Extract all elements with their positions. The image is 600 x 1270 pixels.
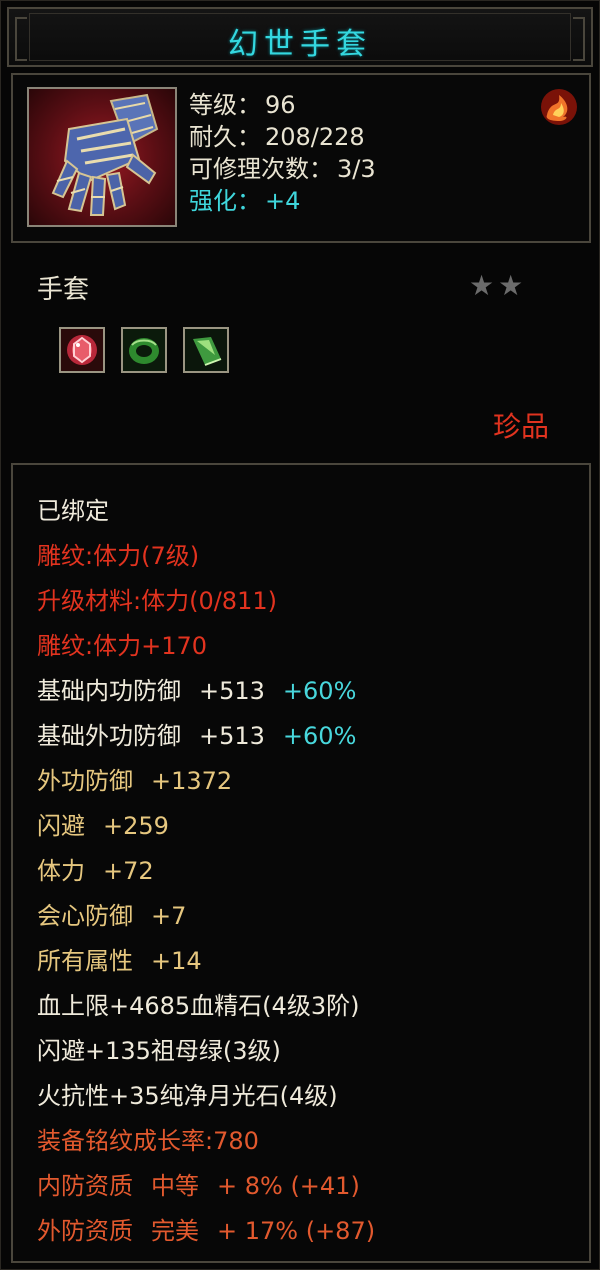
- jade-ring-gem-icon[interactable]: [121, 327, 167, 373]
- outer-defense-value: +1372: [151, 767, 233, 795]
- base-outer-defense-percent: +60%: [282, 722, 357, 750]
- bound-status: 已绑定: [37, 497, 109, 525]
- title-bar: 幻世手套: [7, 7, 593, 67]
- level-value: 96: [265, 91, 296, 119]
- all-attributes: 所有属性 +14: [37, 939, 202, 983]
- rarity-label: 珍品: [493, 410, 550, 443]
- outer-quality-label: 外防资质: [37, 1217, 133, 1245]
- enhance-row: 强化： +4: [189, 185, 376, 217]
- outer-defense-label: 外功防御: [37, 767, 133, 795]
- durability-row: 耐久： 208/228: [189, 121, 376, 153]
- gem-bonus-fire-resist: 火抗性+35纯净月光石(4级): [37, 1082, 338, 1110]
- crit-defense-value: +7: [151, 902, 187, 930]
- enhance-value: +4: [265, 187, 301, 215]
- stamina: 体力 +72: [37, 849, 154, 893]
- base-inner-defense: 基础内功防御 +513 +60%: [37, 669, 356, 713]
- gem-bonus-dodge: 闪避+135祖母绿(3级): [37, 1037, 281, 1065]
- base-outer-defense-value: +513: [199, 722, 265, 750]
- base-inner-defense-value: +513: [199, 677, 265, 705]
- level-row: 等级： 96: [189, 89, 376, 121]
- engrave-level: 雕纹:体力(7级): [37, 542, 200, 570]
- item-tooltip: 幻世手套 等级： 96 耐久： 208/228 可修理次数： 3/3 强化： +…: [0, 0, 600, 1270]
- crit-defense-label: 会心防御: [37, 902, 133, 930]
- fire-element-icon: [537, 85, 581, 129]
- inscription-growth: 装备铭纹成长率:780: [37, 1127, 259, 1155]
- enhance-label: 强化：: [189, 187, 261, 215]
- item-properties: 已绑定 雕纹:体力(7级) 升级材料:体力(0/811) 雕纹:体力+170 基…: [11, 463, 591, 1263]
- outer-quality-grade: 完美: [151, 1217, 199, 1245]
- dodge-value: +259: [103, 812, 169, 840]
- all-attributes-label: 所有属性: [37, 947, 133, 975]
- inner-quality-label: 内防资质: [37, 1172, 133, 1200]
- base-inner-defense-percent: +60%: [282, 677, 357, 705]
- item-header: 等级： 96 耐久： 208/228 可修理次数： 3/3 强化： +4: [11, 73, 591, 243]
- durability-label: 耐久：: [189, 123, 261, 151]
- item-type: 手套: [37, 275, 90, 305]
- outer-quality-value: + 17% (+87): [217, 1217, 376, 1245]
- base-outer-defense-label: 基础外功防御: [37, 722, 181, 750]
- stamina-value: +72: [103, 857, 154, 885]
- repair-label: 可修理次数：: [189, 155, 333, 183]
- all-attributes-value: +14: [151, 947, 202, 975]
- stamina-label: 体力: [37, 857, 85, 885]
- durability-value: 208/228: [265, 123, 365, 151]
- engrave-bonus: 雕纹:体力+170: [37, 632, 208, 660]
- upgrade-material: 升级材料:体力(0/811): [37, 587, 277, 615]
- crit-defense: 会心防御 +7: [37, 894, 186, 938]
- base-inner-defense-label: 基础内功防御: [37, 677, 181, 705]
- inner-quality-value: + 8% (+41): [217, 1172, 360, 1200]
- dodge: 闪避 +259: [37, 804, 169, 848]
- base-outer-defense: 基础外功防御 +513 +60%: [37, 714, 356, 758]
- item-stats: 等级： 96 耐久： 208/228 可修理次数： 3/3 强化： +4: [189, 89, 376, 217]
- inner-quality-grade: 中等: [151, 1172, 199, 1200]
- item-name: 幻世手套: [228, 27, 372, 62]
- green-crystal-gem-icon[interactable]: [183, 327, 229, 373]
- outer-defense: 外功防御 +1372: [37, 759, 232, 803]
- outer-defense-quality: 外防资质 完美 + 17% (+87): [37, 1209, 375, 1253]
- repair-value: 3/3: [337, 155, 376, 183]
- gem-bonus-hp: 血上限+4685血精石(4级3阶): [37, 992, 360, 1020]
- level-label: 等级：: [189, 91, 261, 119]
- repair-row: 可修理次数： 3/3: [189, 153, 376, 185]
- dodge-label: 闪避: [37, 812, 85, 840]
- ruby-gem-icon[interactable]: [59, 327, 105, 373]
- star-rating: ★★: [469, 269, 528, 302]
- inner-defense-quality: 内防资质 中等 + 8% (+41): [37, 1164, 360, 1208]
- gauntlet-icon: [27, 87, 177, 227]
